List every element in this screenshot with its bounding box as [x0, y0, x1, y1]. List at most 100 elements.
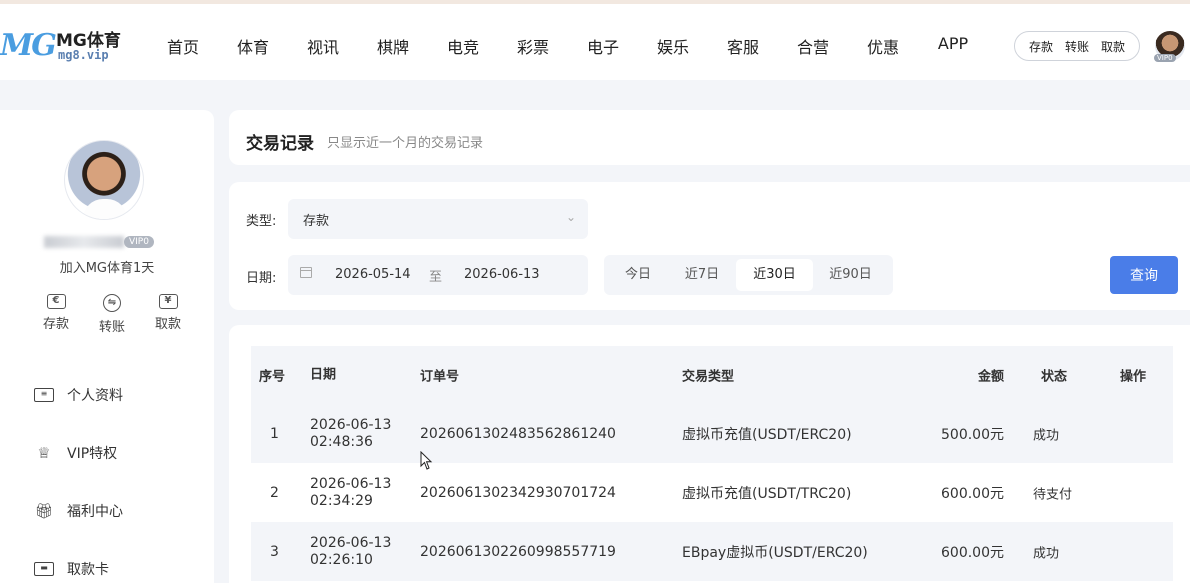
- date-separator: 至: [429, 270, 443, 285]
- mouse-cursor-icon: [420, 451, 433, 470]
- nav-item-slots[interactable]: 电子: [568, 34, 638, 58]
- deposit-button[interactable]: € 存款: [28, 294, 84, 335]
- date-label: 日期:: [246, 271, 277, 286]
- nav-item-entertainment[interactable]: 娱乐: [638, 34, 708, 58]
- transfer-icon: ⇋: [103, 294, 121, 312]
- nav-item-esports[interactable]: 电竞: [428, 34, 498, 58]
- nav-item-cards[interactable]: 棋牌: [358, 34, 428, 58]
- search-button[interactable]: 查询: [1110, 256, 1178, 294]
- sidebar-item-withdraw-card[interactable]: ▬ 取款卡: [34, 540, 123, 583]
- date-range-picker[interactable]: 2026-05-14 至 2026-06-13: [288, 255, 588, 295]
- transactions-table: 序号 日期 订单号 交易类型 金额 状态 操作 1 2026-06-13 02:…: [251, 346, 1173, 581]
- nav-item-live[interactable]: 视讯: [288, 34, 358, 58]
- row-datetime: 2026-06-13 02:48:36: [310, 417, 391, 451]
- nav-item-app[interactable]: APP: [918, 34, 988, 58]
- type-select-value: 存款: [303, 214, 330, 229]
- row-datetime: 2026-06-13 02:34:29: [310, 476, 391, 510]
- row-time: 02:26:10: [310, 551, 373, 568]
- join-days-text: 加入MG体育1天: [59, 261, 155, 276]
- row-order: 202606130248356286124​0: [420, 425, 616, 442]
- account-sidebar: VIP0 加入MG体育1天 € 存款 ⇋ 转账 ¥ 取款 ≡ 个人资料 ♕ VI…: [0, 110, 214, 583]
- sidebar-item-label: 福利中心: [67, 504, 123, 520]
- table-header: 序号 日期 订单号 交易类型 金额 状态 操作: [251, 346, 1173, 404]
- calendar-icon: [300, 267, 312, 278]
- quick-range-tabs: 今日 近7日 近30日 近90日: [604, 255, 893, 295]
- gift-icon: 🎁︎: [34, 502, 54, 520]
- row-index: 2: [270, 484, 279, 501]
- range-90d[interactable]: 近90日: [813, 259, 888, 291]
- col-status: 状态: [1041, 369, 1068, 385]
- user-avatar[interactable]: [64, 140, 144, 220]
- row-datetime: 2026-06-13 02:26:10: [310, 535, 391, 569]
- deposit-icon: €: [46, 294, 66, 309]
- sidebar-item-profile[interactable]: ≡ 个人资料: [34, 366, 123, 424]
- row-type: 虚拟币充值(USDT/TRC20): [682, 485, 852, 502]
- row-status: 成功: [1033, 546, 1060, 561]
- date-to[interactable]: 2026-06-13: [464, 267, 540, 282]
- col-action: 操作: [1120, 369, 1147, 385]
- page-title: 交易记录: [246, 134, 314, 154]
- vip-badge: VIP0: [124, 236, 154, 248]
- sidebar-item-label: VIP特权: [67, 446, 118, 462]
- header-transfer-link[interactable]: 转账: [1065, 38, 1089, 55]
- wallet-actions: 存款 转账 取款: [1014, 31, 1140, 61]
- nav-item-affiliate[interactable]: 合营: [778, 34, 848, 58]
- page-subtitle: 只显示近一个月的交易记录: [327, 136, 484, 151]
- header-withdraw-link[interactable]: 取款: [1101, 38, 1125, 55]
- row-time: 02:48:36: [310, 433, 373, 450]
- range-30d[interactable]: 近30日: [736, 259, 813, 291]
- header-deposit-link[interactable]: 存款: [1029, 38, 1053, 55]
- withdraw-icon: ¥: [158, 294, 178, 309]
- range-7d[interactable]: 近7日: [668, 259, 736, 291]
- bank-card-icon: ▬: [34, 562, 54, 576]
- withdraw-label: 取款: [154, 317, 181, 332]
- deposit-label: 存款: [42, 317, 69, 332]
- table-row[interactable]: 2 2026-06-13 02:34:29 202606130234293070…: [251, 463, 1173, 522]
- nav-item-home[interactable]: 首页: [148, 34, 218, 58]
- header-vip-badge: VIP0: [1154, 54, 1176, 62]
- site-logo[interactable]: MG MG体育 mg8.vip: [0, 26, 140, 66]
- row-index: 1: [270, 425, 279, 442]
- table-row[interactable]: 1 2026-06-13 02:48:36 202606130248356286…: [251, 404, 1173, 463]
- nav-item-sports[interactable]: 体育: [218, 34, 288, 58]
- sidebar-item-welfare[interactable]: 🎁︎ 福利中心: [34, 482, 123, 540]
- range-today[interactable]: 今日: [608, 259, 668, 291]
- col-date: 日期: [310, 367, 337, 383]
- records-table-card: 序号 日期 订单号 交易类型 金额 状态 操作 1 2026-06-13 02:…: [229, 325, 1190, 583]
- type-select[interactable]: 存款 ⌄: [288, 199, 588, 239]
- row-date: 2026-06-13: [310, 534, 392, 551]
- col-type: 交易类型: [682, 369, 735, 385]
- page-header-card: 交易记录 只显示近一个月的交易记录: [229, 110, 1190, 165]
- row-order: 2026061302260998557719: [420, 543, 616, 560]
- withdraw-button[interactable]: ¥ 取款: [140, 294, 196, 335]
- sidebar-item-label: 取款卡: [67, 562, 109, 578]
- row-type: EBpay虚拟币(USDT/ERC20): [682, 544, 868, 561]
- type-label: 类型:: [246, 214, 277, 229]
- profile-card-icon: ≡: [34, 388, 54, 402]
- row-amount: 600.00元: [941, 485, 1004, 502]
- row-time: 02:34:29: [310, 492, 373, 509]
- main-nav: 首页 体育 视讯 棋牌 电竞 彩票 电子 娱乐 客服 合营 优惠 APP: [148, 34, 988, 58]
- nav-item-service[interactable]: 客服: [708, 34, 778, 58]
- nav-item-lottery[interactable]: 彩票: [498, 34, 568, 58]
- date-from[interactable]: 2026-05-14: [335, 267, 411, 282]
- transfer-label: 转账: [98, 320, 125, 335]
- nav-item-promotions[interactable]: 优惠: [848, 34, 918, 58]
- top-navbar: MG MG体育 mg8.vip 首页 体育 视讯 棋牌 电竞 彩票 电子 娱乐 …: [0, 0, 1190, 80]
- row-date: 2026-06-13: [310, 416, 392, 433]
- sidebar-menu: ≡ 个人资料 ♕ VIP特权 🎁︎ 福利中心 ▬ 取款卡: [34, 366, 123, 583]
- row-date: 2026-06-13: [310, 475, 392, 492]
- crown-icon: ♕: [37, 444, 51, 462]
- row-amount: 500.00元: [941, 426, 1004, 443]
- row-status: 成功: [1033, 428, 1060, 443]
- row-index: 3: [270, 543, 279, 560]
- col-order: 订单号: [420, 369, 460, 385]
- transfer-button[interactable]: ⇋ 转账: [84, 294, 140, 335]
- filter-card: 类型: 存款 ⌄ 日期: 2026-05-14 至 2026-06-13 今日 …: [229, 182, 1190, 310]
- sidebar-item-label: 个人资料: [67, 388, 123, 404]
- chevron-down-icon: ⌄: [565, 210, 576, 224]
- table-row[interactable]: 3 2026-06-13 02:26:10 202606130226099855…: [251, 522, 1173, 581]
- row-order: 2026061302342930701724: [420, 484, 616, 501]
- username-redacted: [44, 236, 124, 248]
- sidebar-item-vip[interactable]: ♕ VIP特权: [34, 424, 123, 482]
